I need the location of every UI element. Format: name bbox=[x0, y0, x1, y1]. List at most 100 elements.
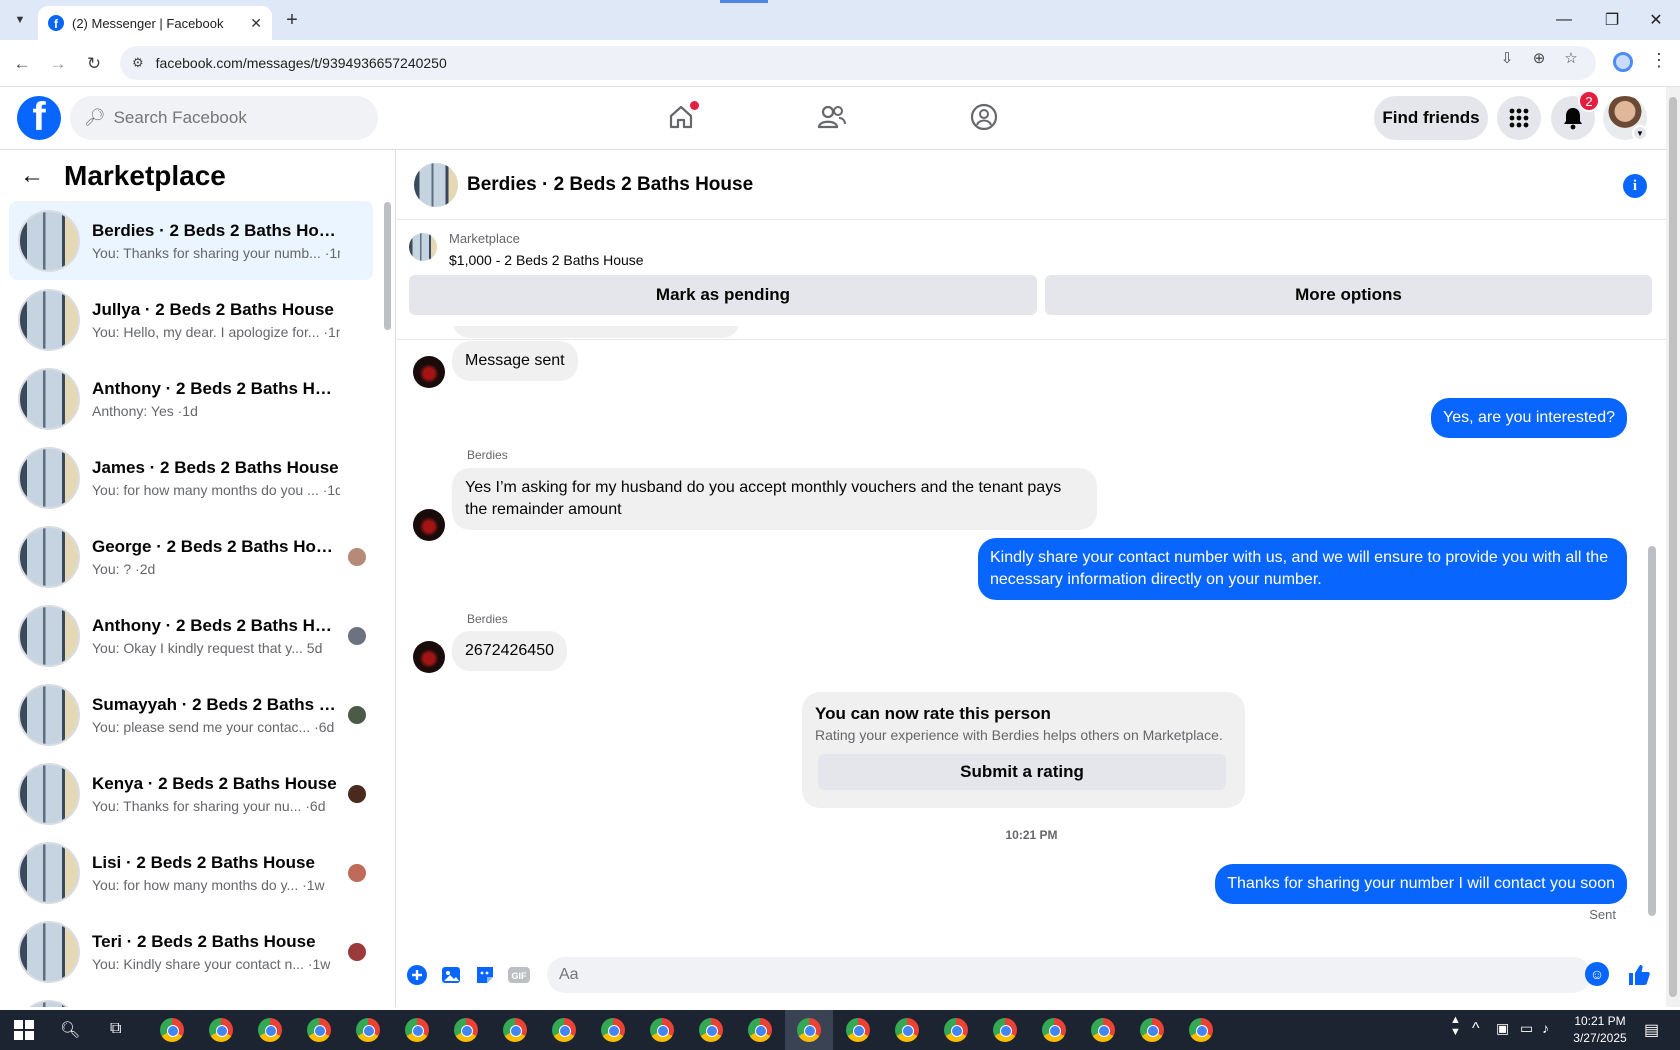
browser-tab[interactable]: f (2) Messenger | Facebook ✕ bbox=[38, 6, 272, 40]
chrome-taskbar-icon[interactable] bbox=[503, 1018, 527, 1042]
message-input[interactable] bbox=[559, 957, 1539, 993]
conversation-item[interactable]: Lisi · 2 Beds 2 Baths House You: for how… bbox=[9, 833, 373, 912]
message-input-box[interactable] bbox=[547, 957, 1591, 993]
chrome-taskbar-icon[interactable] bbox=[1091, 1018, 1115, 1042]
chrome-taskbar-icon[interactable] bbox=[160, 1018, 184, 1042]
listing-thumbnail bbox=[18, 920, 80, 983]
forward-icon[interactable]: → bbox=[44, 50, 72, 78]
scrollbar-thumb[interactable] bbox=[384, 202, 391, 330]
gif-icon[interactable]: GIF bbox=[507, 963, 531, 987]
conversation-item[interactable]: Anthony · 2 Beds 2 Baths House Anthony: … bbox=[9, 359, 373, 438]
chrome-taskbar-icon[interactable] bbox=[601, 1018, 625, 1042]
chrome-taskbar-icon[interactable] bbox=[356, 1018, 380, 1042]
conversation-item[interactable]: Teri · 2 Beds 2 Baths House You: Kindly … bbox=[9, 912, 373, 991]
sender-name: Berdies bbox=[467, 448, 508, 462]
new-tab-icon[interactable]: + bbox=[280, 8, 304, 32]
chrome-taskbar-icon[interactable] bbox=[209, 1018, 233, 1042]
chrome-taskbar-icon[interactable] bbox=[748, 1018, 772, 1042]
reload-icon[interactable]: ↻ bbox=[80, 50, 108, 78]
meet-now-icon[interactable]: ▣ bbox=[1496, 1020, 1509, 1037]
url-field[interactable]: ⚙ facebook.com/messages/t/93949366572402… bbox=[120, 46, 1596, 80]
friends-icon[interactable] bbox=[814, 99, 850, 135]
chat-title[interactable]: Berdies · 2 Beds 2 Baths House bbox=[467, 174, 753, 196]
chrome-menu-icon[interactable]: ⋮ bbox=[1650, 50, 1668, 71]
conversation-list-scrollbar[interactable] bbox=[382, 192, 392, 1007]
facebook-top-bar: f 🔎︎ Find friends 2 ▼ bbox=[0, 87, 1666, 150]
more-options-button[interactable]: More options bbox=[1045, 275, 1652, 315]
chrome-taskbar-icon[interactable] bbox=[846, 1018, 870, 1042]
photo-icon[interactable] bbox=[439, 963, 463, 987]
chrome-taskbar-icon[interactable] bbox=[699, 1018, 723, 1042]
notification-center-icon[interactable]: ▤ bbox=[1644, 1020, 1659, 1040]
chrome-taskbar-icon[interactable] bbox=[405, 1018, 429, 1042]
restore-icon[interactable]: ❐ bbox=[1588, 0, 1636, 40]
chrome-taskbar-icon[interactable] bbox=[454, 1018, 478, 1042]
find-friends-button[interactable]: Find friends bbox=[1374, 96, 1488, 140]
network-icon[interactable]: ▭ bbox=[1520, 1020, 1533, 1037]
page-scrollbar[interactable] bbox=[1666, 87, 1680, 1007]
menu-grid-icon[interactable] bbox=[1497, 96, 1541, 140]
account-chevron-icon[interactable]: ▼ bbox=[1632, 125, 1648, 141]
chrome-taskbar-icon[interactable] bbox=[1042, 1018, 1066, 1042]
windows-start-icon[interactable] bbox=[14, 1020, 34, 1040]
chrome-taskbar-icon[interactable] bbox=[944, 1018, 968, 1042]
info-icon[interactable]: i bbox=[1623, 174, 1647, 198]
chrome-taskbar-icon[interactable] bbox=[993, 1018, 1017, 1042]
conversation-item[interactable]: George · 2 Beds 2 Baths House You: ? ·2d bbox=[9, 517, 373, 596]
conversation-name: Kenya · 2 Beds 2 Baths House bbox=[92, 773, 337, 793]
scrollbar-thumb[interactable] bbox=[1648, 546, 1656, 916]
taskbar-search-icon[interactable]: 🔍︎ bbox=[60, 1020, 80, 1040]
minimize-icon[interactable]: — bbox=[1540, 0, 1588, 40]
search-input[interactable] bbox=[113, 108, 364, 128]
conversation-item[interactable]: Kenya · 2 Beds 2 Baths House You: Thanks… bbox=[9, 754, 373, 833]
task-view-icon[interactable]: ⧉ bbox=[110, 1020, 121, 1038]
extension-icon[interactable] bbox=[1613, 52, 1633, 72]
chrome-taskbar-icon[interactable] bbox=[1189, 1018, 1213, 1042]
sender-avatar[interactable] bbox=[413, 509, 445, 541]
conversation-item[interactable] bbox=[9, 991, 373, 1007]
conversation-item[interactable]: Jullya · 2 Beds 2 Baths House You: Hello… bbox=[9, 280, 373, 359]
emoji-icon[interactable]: ☺ bbox=[1585, 962, 1609, 986]
back-icon[interactable]: ← bbox=[8, 50, 36, 78]
chrome-taskbar-icon[interactable] bbox=[258, 1018, 282, 1042]
sender-avatar[interactable] bbox=[413, 641, 445, 673]
chat-panel: Berdies · 2 Beds 2 Baths House i Marketp… bbox=[397, 150, 1666, 1007]
like-thumb-icon[interactable] bbox=[1627, 963, 1651, 987]
chrome-taskbar-icon[interactable] bbox=[650, 1018, 674, 1042]
chrome-taskbar-icon[interactable] bbox=[797, 1018, 821, 1042]
submit-rating-button[interactable]: Submit a rating bbox=[818, 754, 1226, 790]
chat-listing-avatar[interactable] bbox=[414, 163, 458, 207]
search-box[interactable]: 🔎︎ bbox=[70, 96, 378, 140]
chat-header: Berdies · 2 Beds 2 Baths House i bbox=[397, 150, 1666, 220]
mark-as-pending-button[interactable]: Mark as pending bbox=[409, 275, 1037, 315]
sender-avatar[interactable] bbox=[413, 356, 445, 388]
taskbar-scroll-icon[interactable]: ▲ ▼ bbox=[1450, 1014, 1461, 1038]
window-close-icon[interactable]: ✕ bbox=[1632, 0, 1680, 40]
chrome-taskbar-icon[interactable] bbox=[895, 1018, 919, 1042]
chrome-taskbar-icon[interactable] bbox=[552, 1018, 576, 1042]
show-hidden-icons-icon[interactable]: ^ bbox=[1472, 1020, 1480, 1038]
conversation-item[interactable]: Berdies · 2 Beds 2 Baths House You: Than… bbox=[9, 201, 373, 280]
bookmark-star-icon[interactable]: ☆ bbox=[1560, 47, 1582, 69]
listing-price[interactable]: $1,000 - 2 Beds 2 Baths House bbox=[449, 252, 644, 268]
chat-scrollbar[interactable] bbox=[1645, 326, 1659, 938]
conversation-item[interactable]: Sumayyah · 2 Beds 2 Baths Ho... You: ple… bbox=[9, 675, 373, 754]
back-arrow-icon[interactable]: ← bbox=[20, 162, 44, 190]
listing-thumbnail[interactable] bbox=[409, 233, 437, 261]
site-info-icon[interactable]: ⚙ bbox=[132, 55, 144, 71]
conversation-item[interactable]: Anthony · 2 Beds 2 Baths House You: Okay… bbox=[9, 596, 373, 675]
groups-icon[interactable] bbox=[966, 99, 1002, 135]
chrome-taskbar-icon[interactable] bbox=[1140, 1018, 1164, 1042]
chrome-taskbar-icon[interactable] bbox=[307, 1018, 331, 1042]
tab-close-icon[interactable]: ✕ bbox=[250, 15, 262, 32]
add-plus-icon[interactable] bbox=[405, 963, 429, 987]
sticker-icon[interactable] bbox=[473, 963, 497, 987]
facebook-logo-icon[interactable]: f bbox=[17, 96, 61, 140]
install-app-icon[interactable]: ⇩ bbox=[1496, 47, 1518, 69]
zoom-icon[interactable]: ⊕ bbox=[1528, 47, 1550, 69]
conversation-item[interactable]: James · 2 Beds 2 Baths House You: for ho… bbox=[9, 438, 373, 517]
scrollbar-thumb[interactable] bbox=[1669, 97, 1677, 997]
tab-search-icon[interactable]: ▼ bbox=[8, 8, 32, 32]
taskbar-clock[interactable]: 10:21 PM 3/27/2025 bbox=[1560, 1013, 1640, 1047]
volume-icon[interactable]: ♪ bbox=[1542, 1020, 1549, 1036]
